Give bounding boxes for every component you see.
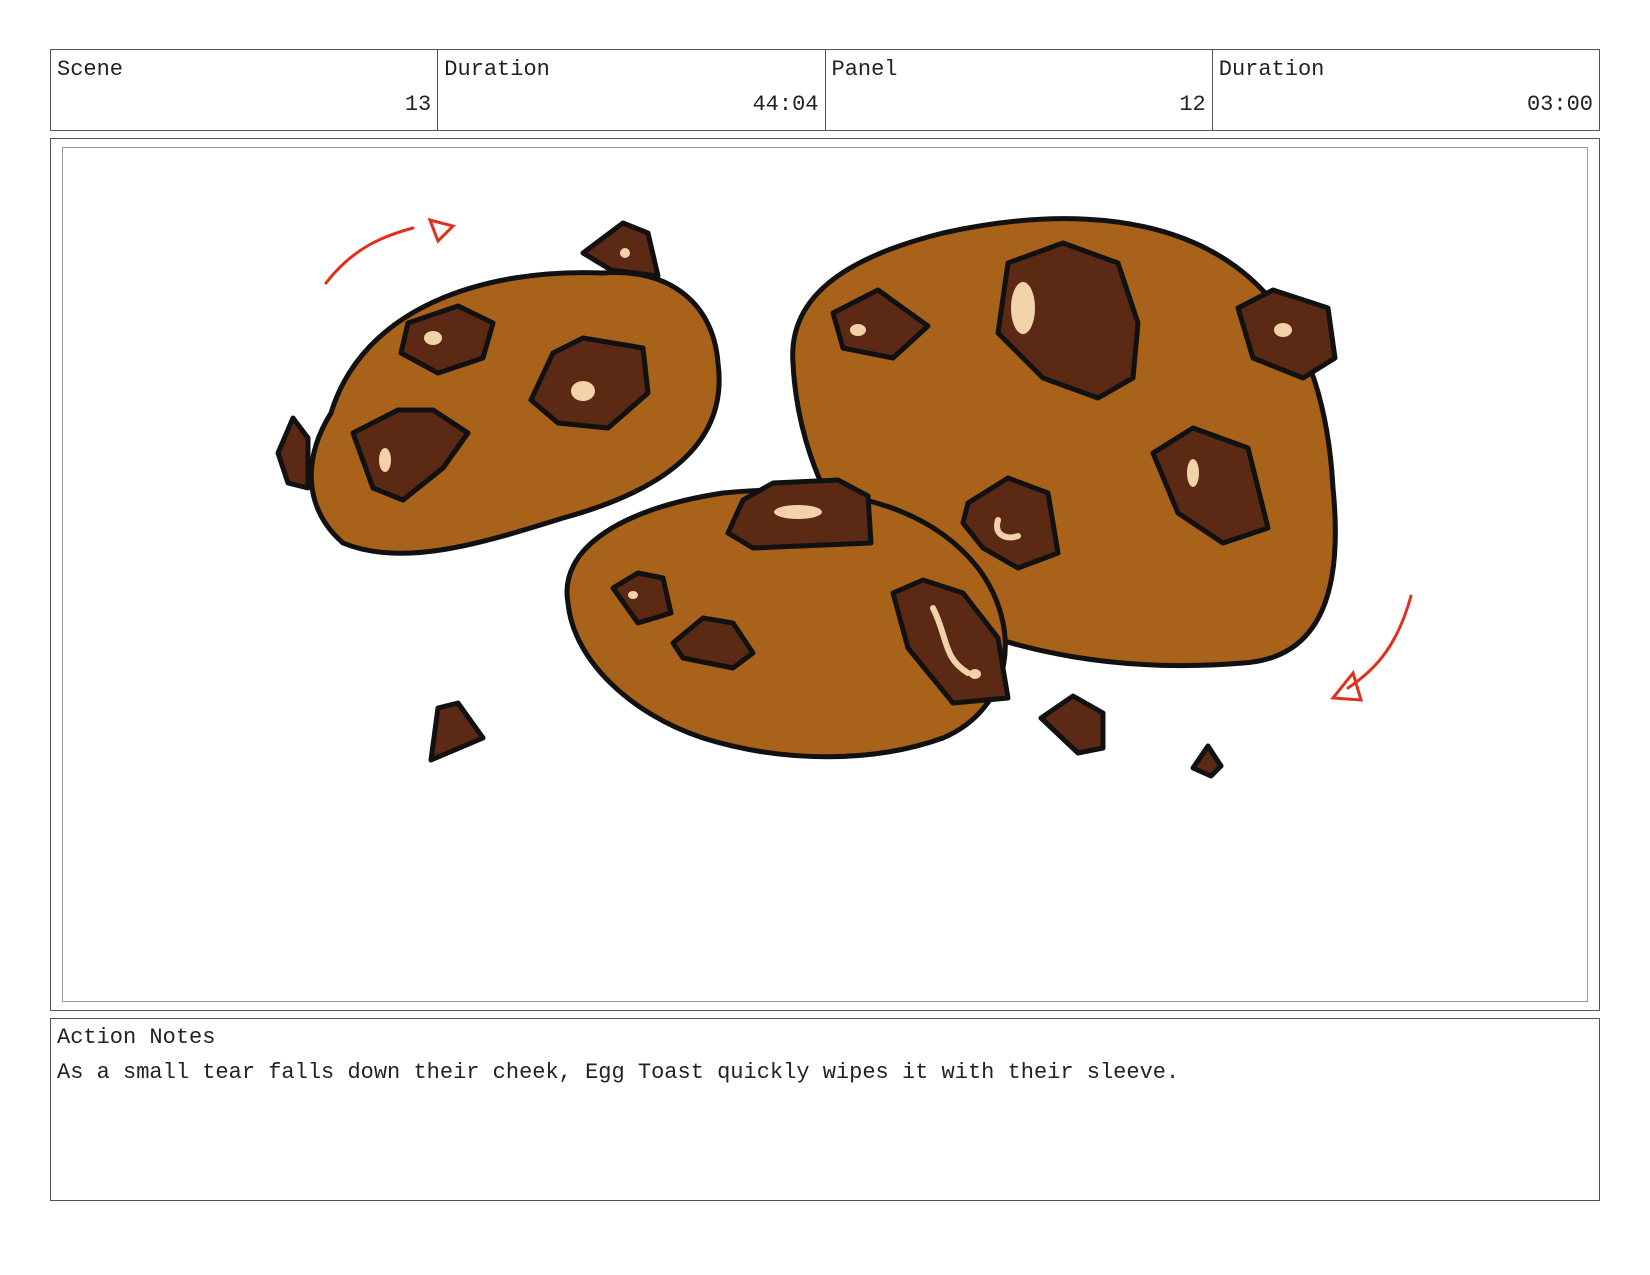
scene-number: 13 — [404, 92, 432, 117]
chip-highlight — [1187, 459, 1199, 487]
chip-highlight — [1274, 323, 1292, 337]
storyboard-header: Scene 13 Duration 44:04 Panel 12 Duratio… — [50, 49, 1600, 131]
crumb — [428, 700, 486, 763]
panel-duration-value: 03:00 — [1526, 92, 1593, 117]
chip-highlight — [571, 381, 595, 401]
chip-highlight — [850, 324, 866, 336]
scene-label: Scene — [57, 57, 124, 82]
scene-duration-cell: Duration 44:04 — [438, 50, 826, 130]
panel-number: 12 — [1179, 92, 1206, 117]
chocolate-chip — [580, 220, 661, 279]
crumb — [1038, 693, 1106, 756]
chocolate-chip — [275, 415, 311, 491]
panel-duration-cell: Duration 03:00 — [1213, 50, 1599, 130]
chip-highlight — [620, 248, 630, 258]
panel-duration-label: Duration — [1218, 57, 1325, 82]
chip-highlight — [969, 669, 981, 679]
chip-highlight — [424, 331, 442, 345]
scene-duration-label: Duration — [444, 57, 550, 82]
panel-label: Panel — [831, 57, 898, 82]
motion-arrow-bottom — [1330, 594, 1413, 702]
cookies-drawing — [275, 216, 1413, 779]
motion-arrow-top — [324, 217, 456, 285]
panel-drawing-area — [62, 147, 1588, 1002]
chip-highlight — [1011, 282, 1035, 334]
panel-cell: Panel 12 — [826, 50, 1213, 130]
scene-duration-value: 44:04 — [752, 92, 819, 117]
crumb — [1190, 743, 1224, 779]
action-notes-text: As a small tear falls down their cheek, … — [57, 1060, 1180, 1085]
scene-cell: Scene 13 — [51, 50, 439, 130]
panel-frame — [50, 138, 1600, 1011]
action-notes-label: Action Notes — [57, 1025, 216, 1050]
cookie-left — [275, 220, 722, 556]
chip-highlight — [628, 591, 638, 599]
chip-highlight — [379, 448, 391, 472]
action-notes: Action Notes As a small tear falls down … — [50, 1018, 1600, 1201]
chip-highlight — [774, 505, 822, 519]
